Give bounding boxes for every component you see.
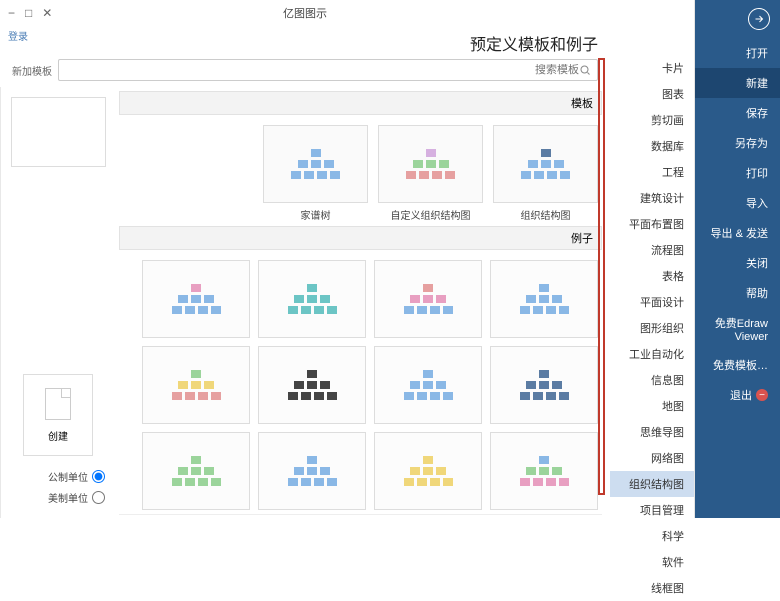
example-thumb-3[interactable]	[142, 260, 250, 338]
template-thumb	[493, 125, 598, 203]
unit-metric[interactable]: 公制单位	[7, 466, 109, 487]
document-icon	[45, 388, 71, 420]
category-item-9[interactable]: 平面设计	[610, 289, 694, 315]
back-arrow-icon[interactable]	[748, 8, 770, 30]
template-label: 家谱树	[301, 207, 331, 222]
category-item-3[interactable]: 数据库	[610, 133, 694, 159]
app-title: 亿图图示	[283, 5, 327, 21]
login-link[interactable]: 登录	[8, 28, 28, 43]
category-item-4[interactable]: 工程	[610, 159, 694, 185]
example-thumb-5[interactable]	[374, 346, 482, 424]
category-item-20[interactable]: 线框图	[610, 575, 694, 601]
category-item-15[interactable]: 网络图	[610, 445, 694, 471]
newtemplate-label: 新加模板	[12, 63, 52, 78]
sidebar-item-10[interactable]: 免费模板…	[695, 350, 780, 380]
category-item-1[interactable]: 图表	[610, 81, 694, 107]
category-item-12[interactable]: 信息图	[610, 367, 694, 393]
template-label: 组织结构图	[521, 207, 571, 222]
category-item-6[interactable]: 平面布置图	[610, 211, 694, 237]
page-title: 预定义模板和例子	[470, 37, 598, 54]
example-thumb-4[interactable]	[490, 346, 598, 424]
example-thumb-7[interactable]	[142, 346, 250, 424]
create-label: 创建	[48, 428, 68, 443]
search-input[interactable]	[65, 64, 579, 76]
minimize-icon[interactable]: −	[8, 6, 15, 20]
template-thumb	[263, 125, 368, 203]
template-card-2[interactable]: 家谱树	[263, 125, 368, 222]
window-controls: ✕ □ −	[8, 6, 52, 20]
template-scroll[interactable]: 模板 组织结构图 自定义组织结构图 家谱树 例子 最近使用模板	[115, 87, 610, 518]
example-thumb-2[interactable]	[258, 260, 366, 338]
preview-thumbnail	[11, 97, 106, 167]
sidebar-item-exit[interactable]: 退出 −	[695, 380, 780, 410]
maximize-icon[interactable]: □	[25, 6, 32, 20]
template-label: 自定义组织结构图	[391, 207, 471, 222]
example-thumb-11[interactable]	[142, 432, 250, 510]
example-thumb-8[interactable]	[490, 432, 598, 510]
unit-us[interactable]: 美制单位	[7, 487, 109, 508]
sidebar-item-2[interactable]: 保存	[695, 98, 780, 128]
preview-panel: 创建 公制单位 美制单位	[0, 87, 115, 518]
sidebar-item-5[interactable]: 导入	[695, 188, 780, 218]
category-item-17[interactable]: 项目管理	[610, 497, 694, 523]
category-item-11[interactable]: 工业自动化	[610, 341, 694, 367]
sidebar-item-7[interactable]: 关闭	[695, 248, 780, 278]
example-thumb-10[interactable]	[258, 432, 366, 510]
category-item-19[interactable]: 软件	[610, 549, 694, 575]
category-item-16[interactable]: 组织结构图	[610, 471, 694, 497]
sidebar-item-8[interactable]: 帮助	[695, 278, 780, 308]
exit-icon: −	[756, 389, 768, 401]
example-thumb-6[interactable]	[258, 346, 366, 424]
create-button[interactable]: 创建	[23, 374, 93, 456]
sidebar-item-1[interactable]: 新建	[695, 68, 780, 98]
category-item-2[interactable]: 剪切画	[610, 107, 694, 133]
category-item-0[interactable]: 卡片	[610, 55, 694, 81]
example-thumb-1[interactable]	[374, 260, 482, 338]
examples-header: 例子	[119, 226, 602, 250]
close-icon[interactable]: ✕	[42, 6, 52, 20]
sidebar-item-9[interactable]: 免费Edraw Viewer	[695, 308, 780, 350]
sidebar-exit-label: 退出	[730, 387, 752, 403]
category-item-10[interactable]: 图形组织	[610, 315, 694, 341]
sidebar-item-3[interactable]: 另存为	[695, 128, 780, 158]
sidebar-item-4[interactable]: 打印	[695, 158, 780, 188]
app-sidebar: 打开新建保存另存为打印导入导出 & 发送关闭帮助免费Edraw Viewer免费…	[695, 0, 780, 518]
category-item-5[interactable]: 建筑设计	[610, 185, 694, 211]
recent-templates-link[interactable]: 最近使用模板	[119, 514, 602, 518]
category-item-14[interactable]: 思维导图	[610, 419, 694, 445]
template-card-0[interactable]: 组织结构图	[493, 125, 598, 222]
sidebar-item-0[interactable]: 打开	[695, 38, 780, 68]
search-box[interactable]	[58, 59, 598, 81]
example-thumb-9[interactable]	[374, 432, 482, 510]
unit-group: 公制单位 美制单位	[7, 466, 109, 508]
templates-header: 模板	[119, 91, 602, 115]
main-area: 亿图图示 ✕ □ − 登录 预定义模板和例子 新加模板 模板 组织结构图 自定义组…	[0, 0, 610, 518]
category-item-8[interactable]: 表格	[610, 263, 694, 289]
example-thumb-0[interactable]	[490, 260, 598, 338]
category-item-13[interactable]: 地图	[610, 393, 694, 419]
category-item-18[interactable]: 科学	[610, 523, 694, 549]
search-icon	[579, 64, 591, 76]
category-column: 卡片图表剪切画数据库工程建筑设计平面布置图流程图表格平面设计图形组织工业自动化信…	[610, 0, 695, 518]
sidebar-item-6[interactable]: 导出 & 发送	[695, 218, 780, 248]
category-item-7[interactable]: 流程图	[610, 237, 694, 263]
template-thumb	[378, 125, 483, 203]
titlebar: 亿图图示 ✕ □ −	[0, 0, 610, 25]
template-card-1[interactable]: 自定义组织结构图	[378, 125, 483, 222]
